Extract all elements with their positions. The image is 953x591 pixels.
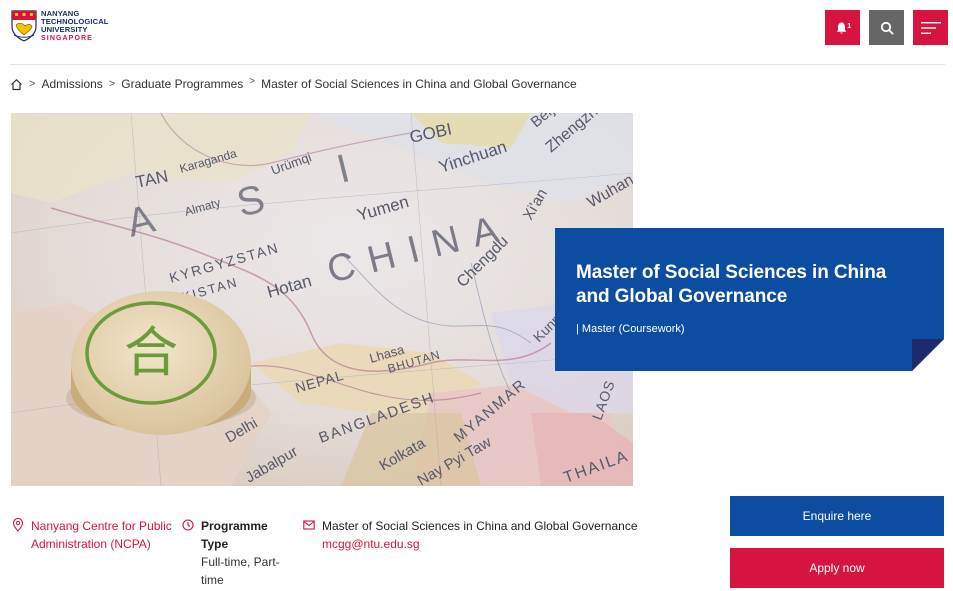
location-pin-icon (12, 518, 24, 532)
breadcrumb-separator: > (29, 78, 36, 90)
programme-title: Master of Social Sciences in China and G… (576, 262, 887, 307)
contact-email-link[interactable]: mcgg@ntu.edu.sg (322, 535, 643, 553)
apply-button[interactable]: Apply now (730, 548, 944, 588)
menu-button[interactable] (913, 10, 948, 45)
ntu-crest-icon (11, 10, 37, 42)
mail-icon (303, 520, 315, 530)
search-icon (880, 21, 894, 35)
breadcrumb-separator: > (249, 75, 256, 87)
hero-image: A S I CHINA GOBI TAN Urümqi Karaganda KY… (11, 113, 633, 486)
enquire-button[interactable]: Enquire here (730, 496, 944, 536)
breadcrumb-separator: > (108, 78, 116, 90)
contact-label: Master of Social Sciences in China and G… (322, 519, 638, 533)
home-icon[interactable] (10, 78, 23, 91)
header-divider (10, 64, 945, 65)
corner-fold-decoration (912, 339, 944, 371)
programme-title-card: Master of Social Sciences in China and G… (555, 228, 944, 371)
search-button[interactable] (869, 10, 904, 45)
breadcrumb-current-page: Master of Social Sciences in China and G… (261, 77, 577, 91)
programme-contact: Master of Social Sciences in China and G… (303, 517, 643, 553)
breadcrumb-admissions[interactable]: Admissions (41, 77, 102, 91)
chess-piece-character: 合 (124, 321, 178, 384)
logo-line-3: UNIVERSITY (41, 25, 88, 34)
site-header: NANYANG TECHNOLOGICAL UNIVERSITY SINGAPO… (0, 0, 953, 64)
menu-icon (920, 21, 941, 34)
notifications-button[interactable]: 1 (825, 10, 860, 45)
ntu-logo[interactable]: NANYANG TECHNOLOGICAL UNIVERSITY SINGAPO… (10, 9, 109, 43)
notification-count: 1 (847, 23, 851, 30)
programme-type-tag: | Master (Coursework) (576, 323, 685, 335)
breadcrumb-graduate-programmes[interactable]: Graduate Programmes (121, 77, 243, 91)
clock-icon (182, 519, 194, 531)
bell-icon: 1 (836, 22, 851, 33)
location-text[interactable]: Nanyang Centre for Public Administration… (31, 519, 172, 551)
programme-location: Nanyang Centre for Public Administration… (12, 517, 182, 553)
logo-line-4: SINGAPORE (41, 35, 93, 42)
breadcrumb: > Admissions > Graduate Programmes > Mas… (10, 76, 577, 92)
programme-type: Programme Type Full-time, Part-time (182, 517, 297, 589)
programme-type-value: Full-time, Part-time (201, 555, 280, 587)
programme-type-label: Programme Type (201, 519, 268, 551)
